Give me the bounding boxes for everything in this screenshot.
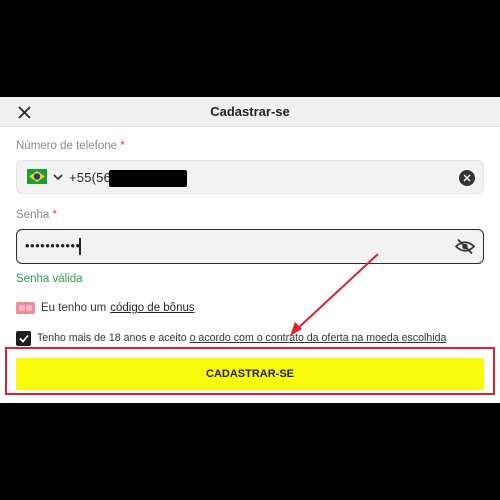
phone-label: Número de telefone * [16,140,125,152]
register-button[interactable]: CADASTRAR-SE [16,358,484,390]
bonus-prefix: Eu tenho um [41,302,107,314]
bonus-code-link[interactable]: código de bônus [110,302,194,314]
password-label: Senha * [16,209,57,221]
password-valid-message: Senha válida [16,273,83,285]
redacted-phone-number [109,170,187,187]
page-title: Cadastrar-se [210,104,290,119]
text-caret [79,238,81,255]
clear-phone-button[interactable] [459,170,475,186]
registration-sheet: Cadastrar-se Número de telefone * +55(56… [0,97,500,403]
required-mark: * [120,140,125,152]
phone-field[interactable]: +55(56) [16,160,484,194]
bonus-code-row: Eu tenho um código de bônus [16,299,195,317]
terms-checkbox[interactable] [16,330,31,346]
brazil-flag-icon[interactable] [27,169,47,184]
password-label-text: Senha [16,209,50,221]
phone-label-text: Número de telefone [16,140,118,152]
password-field[interactable]: ••••••••••• [16,229,484,264]
password-input[interactable]: ••••••••••• [25,238,81,253]
required-mark: * [52,209,57,221]
ticket-icon [16,302,35,314]
header: Cadastrar-se [0,97,500,127]
clear-icon [463,174,471,182]
terms-text: Tenho mais de 18 anos e aceito [37,332,187,344]
eye-off-icon[interactable] [455,238,475,255]
terms-row: Tenho mais de 18 anos e aceito o acordo … [16,329,446,347]
chevron-down-icon[interactable] [52,172,64,182]
terms-agreement-link[interactable]: o acordo com o contrato da oferta na moe… [190,332,447,344]
checkmark-icon [18,334,29,343]
